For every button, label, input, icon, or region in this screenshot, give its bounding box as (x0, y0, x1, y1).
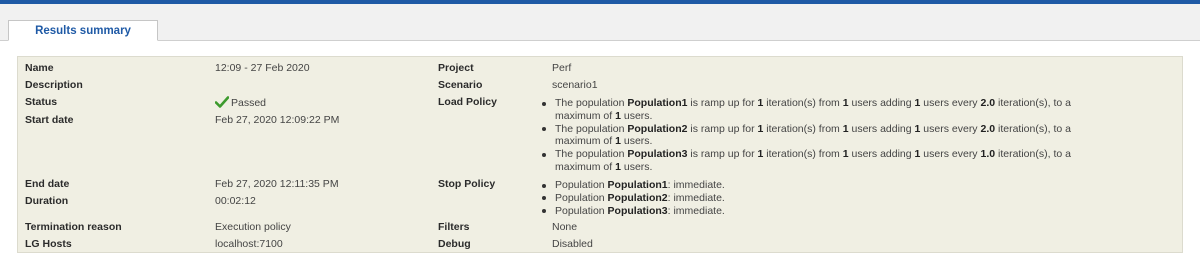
end-date-value: Feb 27, 2020 12:11:35 PM (215, 178, 339, 190)
description-label: Description (25, 79, 83, 91)
termination-reason-label: Termination reason (25, 221, 122, 233)
start-date-value: Feb 27, 2020 12:09:22 PM (215, 114, 340, 126)
stop-policy-list: Population Population1: immediate. Popul… (539, 179, 939, 217)
name-value: 12:09 - 27 Feb 2020 (215, 62, 310, 74)
filters-value: None (552, 221, 578, 233)
status-label: Status (25, 96, 58, 108)
status-value: Passed (214, 96, 267, 111)
debug-value: Disabled (552, 238, 593, 250)
duration-label: Duration (25, 195, 69, 207)
project-value: Perf (552, 62, 572, 74)
duration-value: 00:02:12 (215, 195, 256, 207)
debug-label: Debug (438, 238, 471, 250)
status-text: Passed (231, 97, 267, 109)
lg-hosts-label: LG Hosts (25, 238, 72, 250)
end-date-label: End date (25, 178, 70, 190)
load-policy-label: Load Policy (438, 96, 497, 108)
stop-policy-item: Population Population3: immediate. (539, 205, 939, 218)
name-label: Name (25, 62, 54, 74)
lg-hosts-value: localhost:7100 (215, 238, 283, 250)
stop-policy-item: Population Population1: immediate. (539, 179, 939, 192)
stop-policy-label: Stop Policy (438, 178, 496, 190)
results-summary-panel: Name 12:09 - 27 Feb 2020 Description Sta… (17, 56, 1183, 253)
scenario-label: Scenario (438, 79, 483, 91)
tab-results-summary[interactable]: Results summary (8, 20, 158, 41)
stop-policy-item: Population Population2: immediate. (539, 192, 939, 205)
start-date-label: Start date (25, 114, 74, 126)
load-policy-item: The population Population2 is ramp up fo… (539, 123, 1149, 149)
load-policy-item: The population Population3 is ramp up fo… (539, 148, 1149, 174)
load-policy-item: The population Population1 is ramp up fo… (539, 97, 1149, 123)
filters-label: Filters (438, 221, 470, 233)
load-policy-list: The population Population1 is ramp up fo… (539, 97, 1149, 174)
scenario-value: scenario1 (552, 79, 598, 91)
termination-reason-value: Execution policy (215, 221, 291, 233)
tab-strip: Results summary (0, 4, 1200, 41)
check-icon (214, 96, 230, 111)
project-label: Project (438, 62, 474, 74)
